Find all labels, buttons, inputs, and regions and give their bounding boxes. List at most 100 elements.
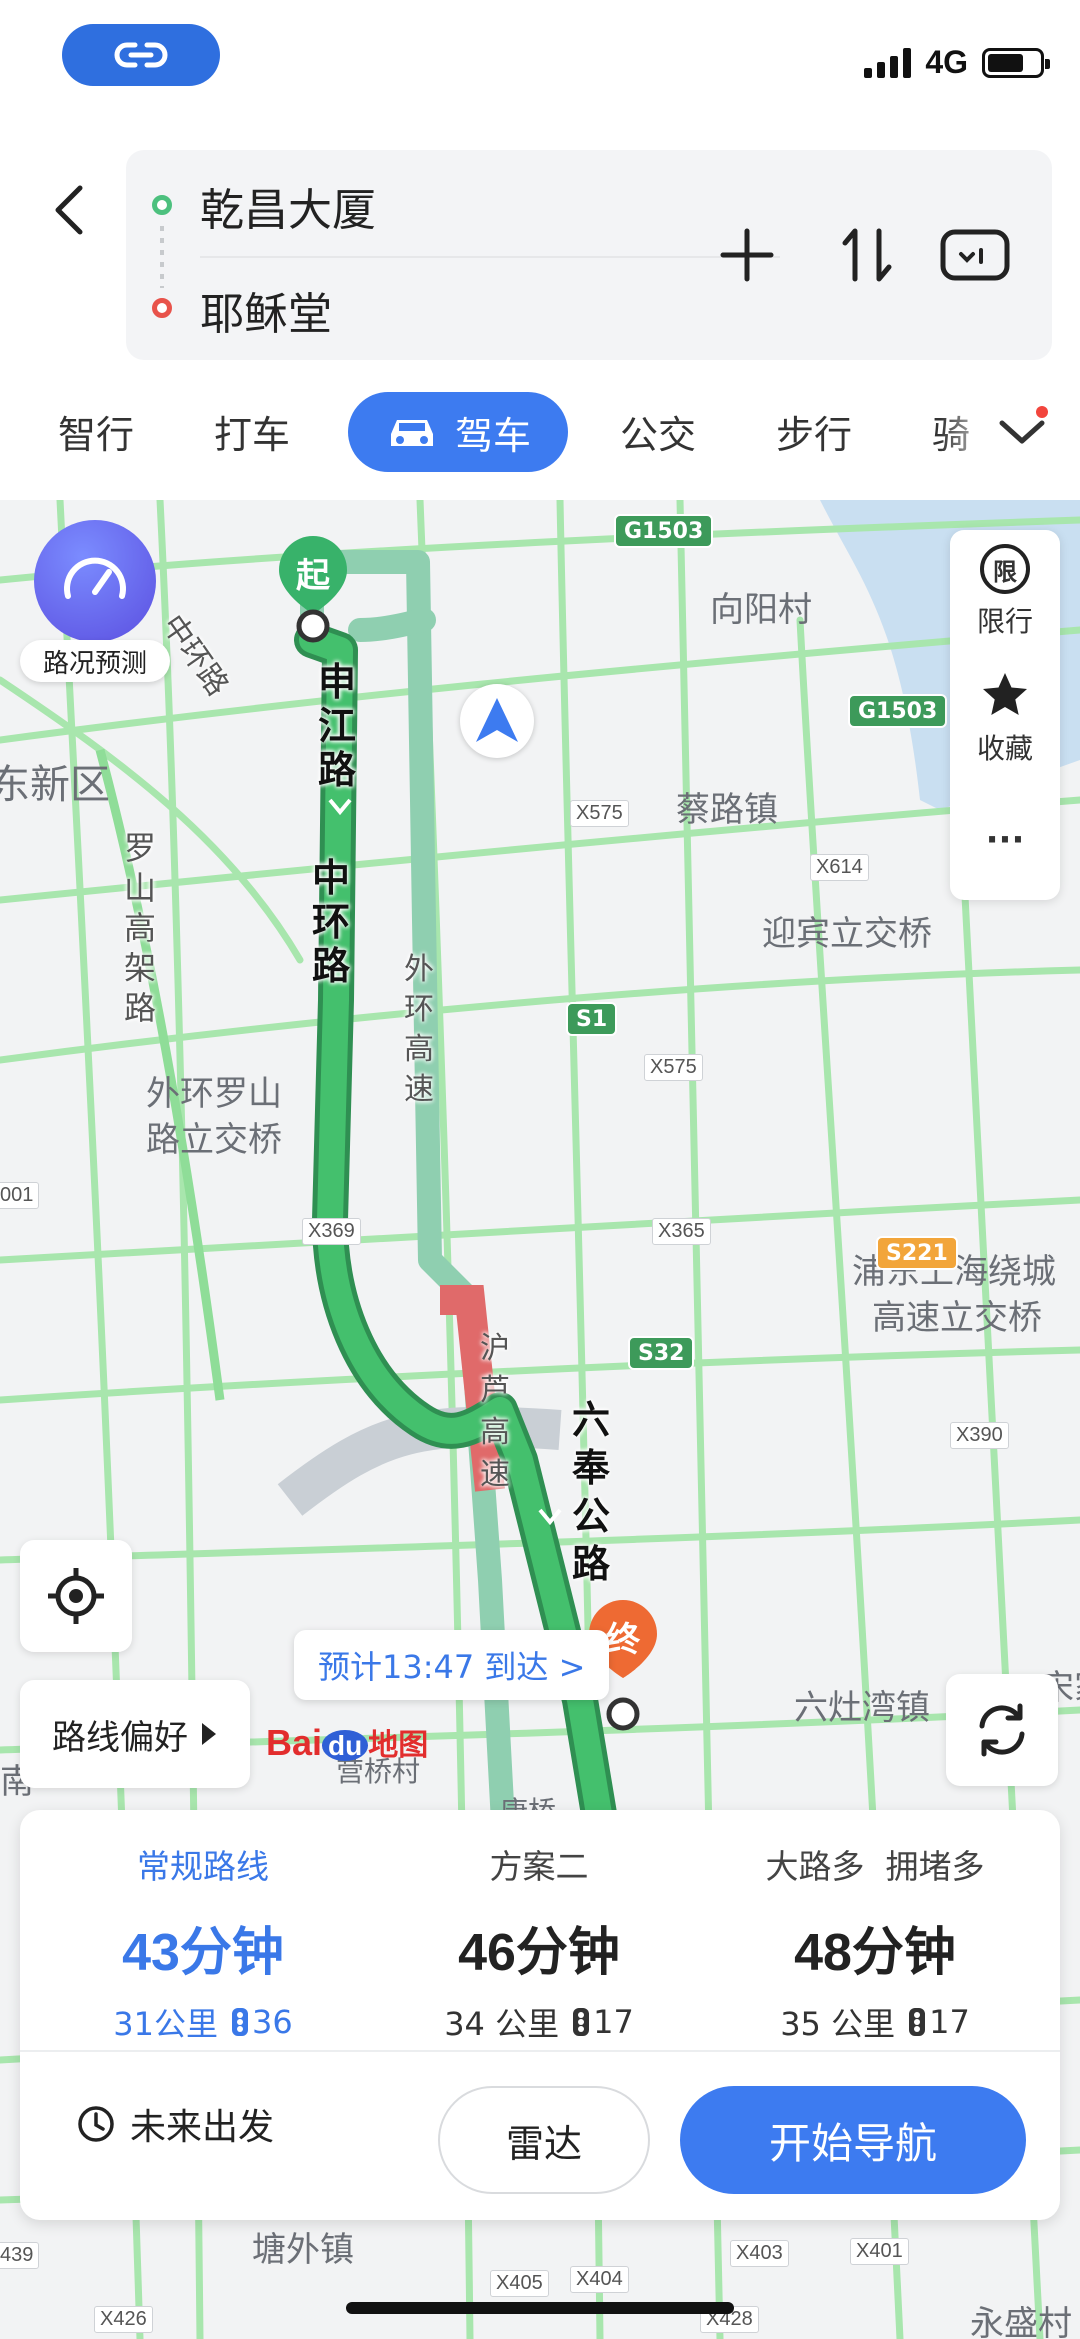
place-label: 六灶湾镇	[794, 1688, 930, 1728]
status-indicators: 4G	[864, 44, 1050, 81]
road-code: X405	[490, 2270, 549, 2297]
favorite-label: 收藏	[976, 732, 1033, 765]
road-code: X575	[644, 1054, 703, 1081]
plan-duration: 43分钟	[122, 1924, 284, 1982]
baidu-logo: Bai du 地图	[266, 1720, 428, 1764]
road-code: X365	[652, 1218, 711, 1245]
tab-taxi[interactable]: 打车	[214, 404, 290, 459]
radar-button[interactable]: 雷达	[438, 2086, 650, 2194]
home-indicator[interactable]	[346, 2302, 734, 2314]
origin-dot-icon	[152, 195, 172, 215]
route-plan-1[interactable]: 常规路线 43分钟 31公里 36	[30, 1840, 376, 2045]
plan-lights: 17	[929, 2003, 970, 2041]
transport-mode-tabs: 智行 打车 驾车 公交 步行 骑	[0, 392, 1080, 482]
plan-distance: 35 公里	[780, 2005, 896, 2043]
road-code: 439	[0, 2242, 40, 2269]
tab-bus[interactable]: 公交	[620, 404, 696, 459]
road-code: 001	[0, 1182, 40, 1209]
destination-field[interactable]: 耶稣堂	[200, 278, 332, 342]
route-plan-2[interactable]: 方案二 46分钟 34 公里 17	[366, 1840, 712, 2045]
plan-distance: 31公里	[113, 2005, 218, 2043]
origin-field[interactable]: 乾昌大厦	[200, 174, 376, 238]
place-label: 东新区	[0, 762, 110, 808]
plan-distance-row: 34 公里 17	[366, 1999, 712, 2045]
place-label: 迎宾立交桥	[762, 914, 932, 954]
divider	[200, 256, 780, 258]
navigation-arrow-icon	[476, 698, 518, 742]
highway-shield: S1	[566, 1002, 618, 1036]
road-code: X426	[94, 2306, 153, 2333]
route-header: 乾昌大厦 耶稣堂 智行 打车 驾车 公交 步行 骑	[0, 130, 1080, 500]
clock-icon	[78, 2106, 114, 2142]
road-code: X403	[730, 2240, 789, 2267]
chevron-left-icon	[55, 185, 83, 235]
traffic-light-icon	[909, 2008, 926, 2036]
future-departure-label: 未来出发	[130, 2107, 275, 2148]
tab-drive[interactable]: 驾车	[348, 392, 568, 472]
route-preference-label: 路线偏好	[52, 1717, 188, 1758]
logo-text: 地图	[368, 1729, 429, 1762]
start-marker-label: 起	[296, 556, 330, 596]
eta-bubble[interactable]: 预计13:47 到达 >	[294, 1630, 610, 1700]
car-icon	[390, 420, 433, 446]
road-label-waihuan: 外环高速	[404, 952, 434, 1107]
favorite-button[interactable]: 收藏	[950, 670, 1060, 767]
route-plan-3[interactable]: 大路多 拥堵多 48分钟 35 公里 17	[702, 1840, 1048, 2045]
chevron-down-icon	[999, 420, 1045, 444]
tab-smart[interactable]: 智行	[58, 404, 134, 459]
highway-shield: S32	[628, 1336, 695, 1370]
triangle-right-icon	[202, 1723, 216, 1745]
plan-distance-row: 31公里 36	[30, 1999, 376, 2045]
place-label: 外环罗山	[146, 1074, 282, 1114]
plan-duration: 48分钟	[794, 1924, 956, 1982]
plan-distance-row: 35 公里 17	[702, 1999, 1048, 2045]
car-plate-icon	[940, 229, 1010, 281]
road-label-luoshan: 罗山高架路	[124, 829, 157, 1027]
locate-button[interactable]	[20, 1540, 132, 1652]
place-label: 路立交桥	[146, 1120, 282, 1160]
highway-shield: G1503	[614, 514, 714, 548]
route-input-box: 乾昌大厦 耶稣堂	[126, 150, 1052, 360]
crosshair-icon	[48, 1568, 104, 1624]
destination-dot-icon	[152, 298, 172, 318]
traffic-forecast-button[interactable]: 路况预测	[20, 520, 170, 690]
more-tools-button[interactable]: ···	[950, 820, 1060, 860]
route-preference-button[interactable]: 路线偏好	[20, 1680, 250, 1788]
route-options-card: 常规路线 43分钟 31公里 36 方案二 46分钟 34 公里 17 大路多 …	[20, 1810, 1060, 2220]
notification-dot	[1036, 406, 1048, 418]
place-label: 向阳村	[710, 590, 812, 630]
start-marker[interactable]: 起	[276, 534, 350, 644]
traffic-forecast-label: 路况预测	[20, 640, 170, 682]
back-button[interactable]	[40, 170, 100, 250]
refresh-button[interactable]	[946, 1674, 1058, 1786]
speedometer-icon	[34, 520, 156, 642]
start-navigation-button[interactable]: 开始导航	[680, 2086, 1026, 2194]
highway-shield: S221	[876, 1236, 958, 1270]
plan-duration: 46分钟	[458, 1924, 620, 1982]
logo-text: du	[322, 1730, 369, 1761]
tab-walk[interactable]: 步行	[776, 404, 852, 459]
traffic-light-icon	[232, 2008, 248, 2036]
road-code: X369	[302, 1218, 361, 1245]
future-departure-button[interactable]: 未来出发	[76, 2098, 274, 2150]
status-bar: 4G	[0, 0, 1080, 130]
restriction-button[interactable]: 限 限行	[950, 544, 1060, 640]
road-code: X390	[950, 1422, 1009, 1449]
road-label-liufeng: 六奉公路	[572, 1398, 611, 1586]
car-settings-button[interactable]	[938, 218, 1012, 292]
plan-tag: 大路多 拥堵多	[765, 1847, 985, 1886]
more-modes-button[interactable]	[992, 402, 1052, 462]
place-label: 高速立交桥	[872, 1298, 1042, 1338]
star-icon	[983, 673, 1027, 715]
swap-button[interactable]	[830, 218, 904, 292]
link-icon[interactable]	[62, 24, 220, 86]
logo-text: Bai	[266, 1722, 323, 1763]
road-label-hulu: 沪芦高速	[480, 1331, 510, 1492]
plus-icon	[720, 228, 774, 282]
plan-lights: 36	[252, 2003, 293, 2041]
road-code: X614	[810, 854, 869, 881]
route-connector	[160, 226, 164, 288]
add-waypoint-button[interactable]	[710, 218, 784, 292]
road-label-zhonghuan: 中环路	[312, 856, 351, 988]
traffic-light-icon	[573, 2008, 590, 2036]
